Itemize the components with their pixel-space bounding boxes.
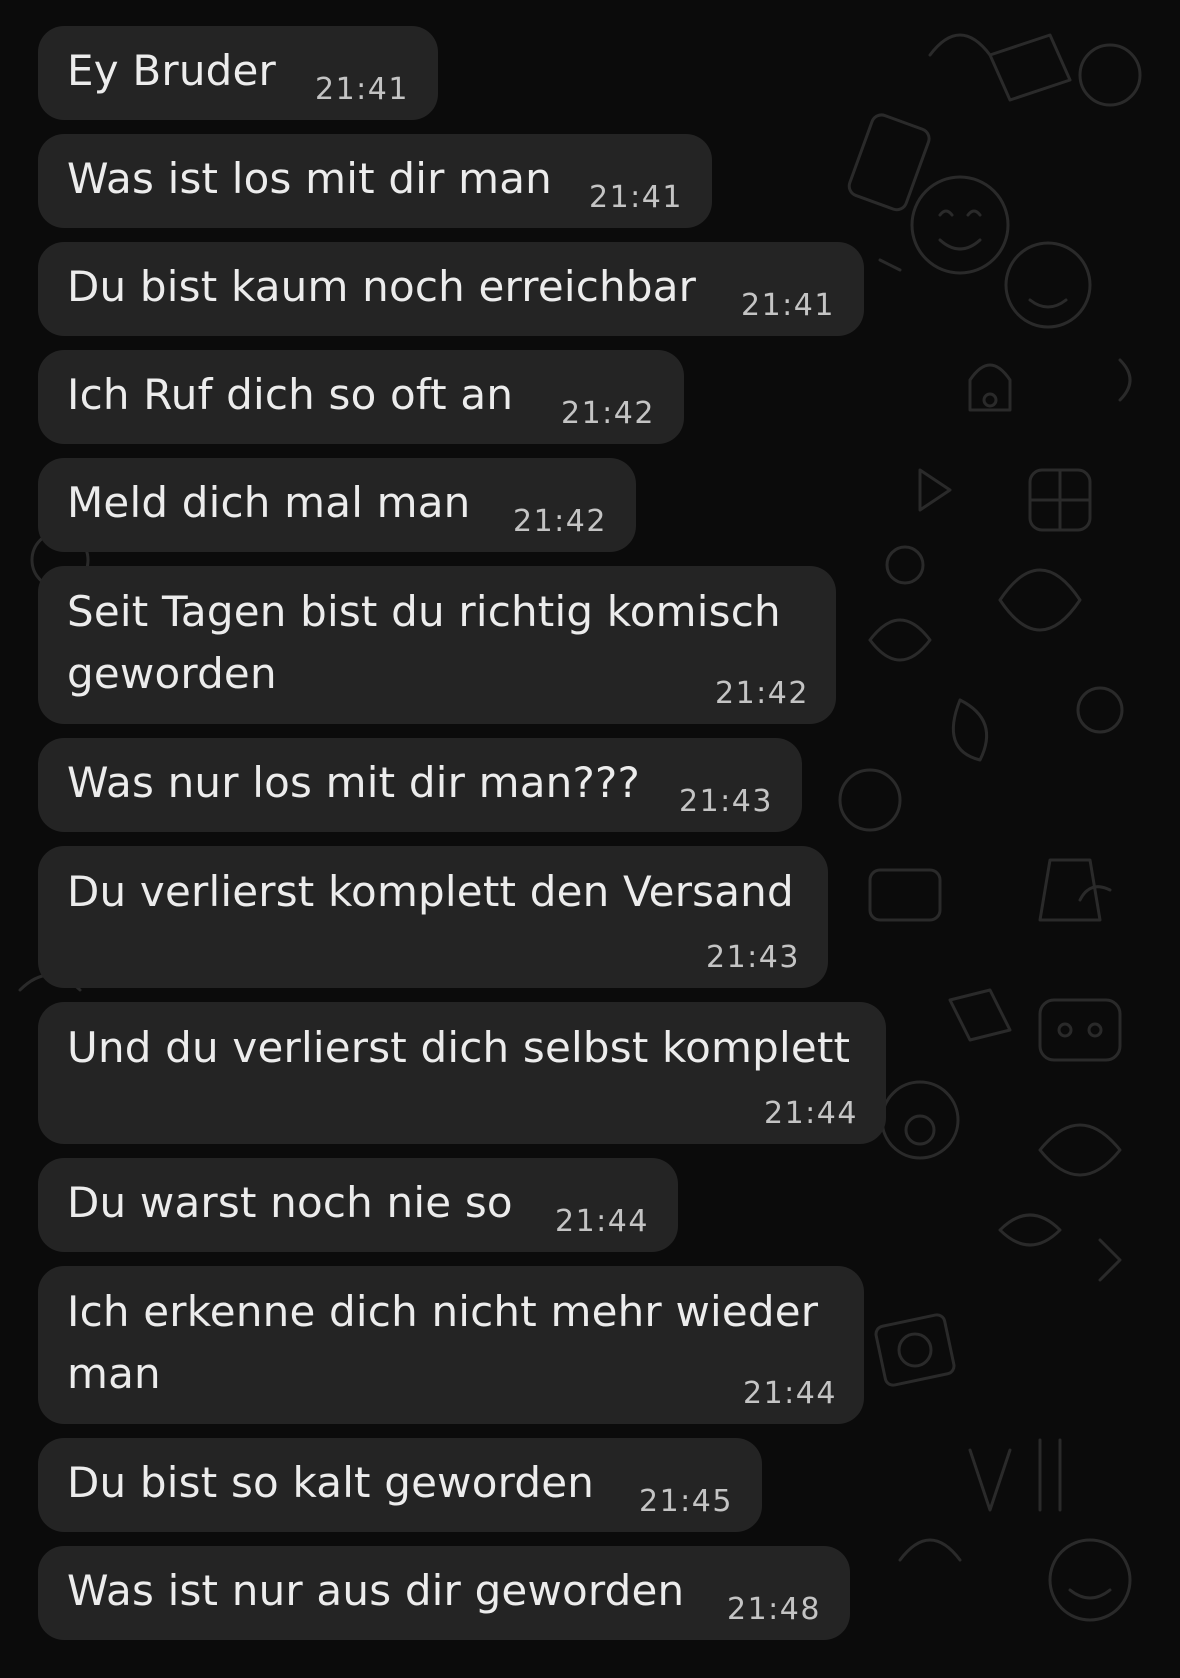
message-text: Ich Ruf dich so oft an xyxy=(67,370,514,419)
message-timestamp: 21:44 xyxy=(743,1376,837,1411)
message-timestamp: 21:44 xyxy=(764,1096,858,1131)
message-text-line-2: man xyxy=(67,1349,161,1398)
message-bubble[interactable]: Ich Ruf dich so oft an 21:42 xyxy=(38,350,684,444)
message-timestamp: 21:41 xyxy=(315,72,409,107)
message-timestamp: 21:42 xyxy=(561,396,655,431)
message-timestamp: 21:41 xyxy=(589,180,683,215)
message-text: Und du verlierst dich selbst komplett xyxy=(67,1023,851,1072)
message-text: Ey Bruder xyxy=(67,46,277,95)
message-text: Du warst noch nie so xyxy=(67,1178,513,1227)
message-timestamp: 21:41 xyxy=(741,288,835,323)
message-bubble[interactable]: Du bist so kalt geworden 21:45 xyxy=(38,1438,762,1532)
message-text: Du verlierst komplett den Versand xyxy=(67,867,794,916)
message-text: Ich erkenne dich nicht mehr wieder xyxy=(67,1287,819,1336)
message-bubble[interactable]: Du verlierst komplett den Versand 21:43 xyxy=(38,846,828,988)
message-bubble[interactable]: Was ist los mit dir man 21:41 xyxy=(38,134,712,228)
message-bubble[interactable]: Was nur los mit dir man??? 21:43 xyxy=(38,738,802,832)
message-text: Was ist los mit dir man xyxy=(67,154,552,203)
message-bubble[interactable]: Du bist kaum noch erreichbar 21:41 xyxy=(38,242,864,336)
message-bubble[interactable]: Seit Tagen bist du richtig komisch gewor… xyxy=(38,566,836,724)
message-text: Meld dich mal man xyxy=(67,478,471,527)
message-timestamp: 21:42 xyxy=(513,504,607,539)
message-timestamp: 21:43 xyxy=(706,940,800,975)
chat-message-list[interactable]: Ey Bruder 21:41 Was ist los mit dir man … xyxy=(0,0,1180,1678)
message-bubble[interactable]: Ey Bruder 21:41 xyxy=(38,26,438,120)
message-timestamp: 21:45 xyxy=(639,1484,733,1519)
message-bubble[interactable]: Was ist nur aus dir geworden 21:48 xyxy=(38,1546,850,1640)
message-timestamp: 21:48 xyxy=(727,1592,821,1627)
message-timestamp: 21:43 xyxy=(679,784,773,819)
message-text-line-2: geworden xyxy=(67,649,277,698)
message-timestamp: 21:42 xyxy=(715,676,809,711)
message-bubble[interactable]: Du warst noch nie so 21:44 xyxy=(38,1158,678,1252)
message-text: Seit Tagen bist du richtig komisch xyxy=(67,587,781,636)
message-text: Du bist so kalt geworden xyxy=(67,1458,595,1507)
message-timestamp: 21:44 xyxy=(555,1204,649,1239)
message-bubble[interactable]: Und du verlierst dich selbst komplett 21… xyxy=(38,1002,886,1144)
message-text: Was ist nur aus dir geworden xyxy=(67,1566,685,1615)
message-bubble[interactable]: Ich erkenne dich nicht mehr wieder man 2… xyxy=(38,1266,864,1424)
message-text: Du bist kaum noch erreichbar xyxy=(67,262,697,311)
message-text: Was nur los mit dir man??? xyxy=(67,758,640,807)
message-bubble[interactable]: Meld dich mal man 21:42 xyxy=(38,458,636,552)
